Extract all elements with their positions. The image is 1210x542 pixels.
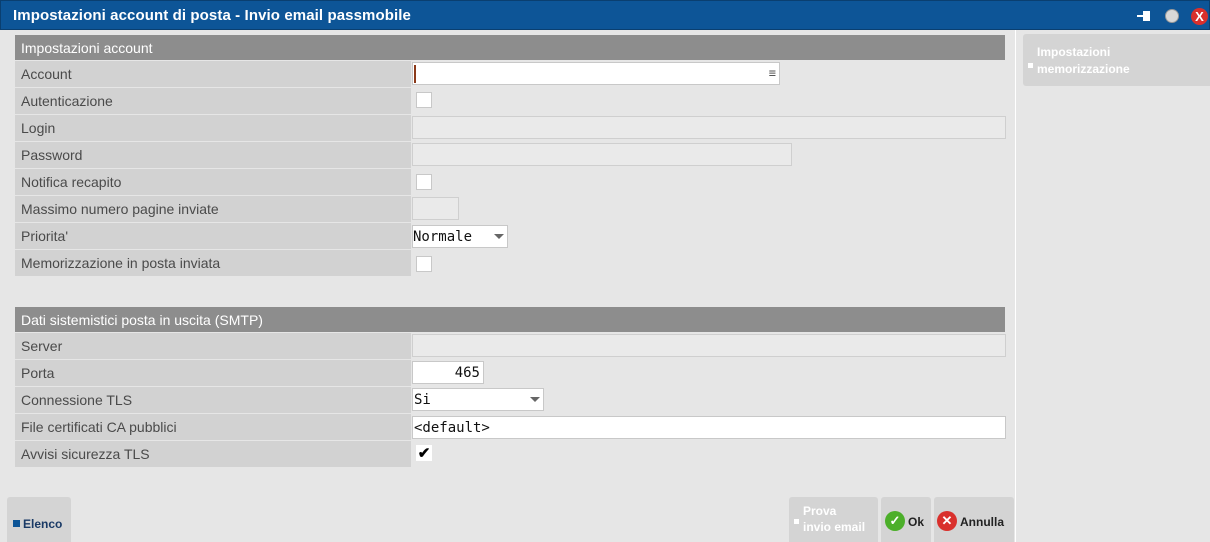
porta-input[interactable]: 465 [412, 361, 484, 384]
autenticazione-label: Autenticazione [21, 93, 113, 109]
check-icon: ✔ [417, 445, 431, 462]
tls-label: Connessione TLS [21, 392, 133, 408]
priorita-value: Normale [413, 229, 473, 245]
password-label: Password [21, 147, 83, 163]
certificati-label: File certificati CA pubblici [21, 419, 177, 435]
prova-invio-email-button[interactable]: Prova invio email [789, 497, 878, 542]
chevron-down-icon [530, 397, 540, 402]
massimo-label: Massimo numero pagine inviate [21, 201, 219, 217]
notifica-checkbox[interactable] [416, 174, 432, 190]
row-password: Password [15, 142, 411, 168]
priorita-label: Priorita' [21, 228, 69, 244]
impostazioni-line1: Impostazioni [1037, 45, 1111, 59]
porta-label: Porta [21, 365, 55, 381]
bullet-icon [1028, 63, 1033, 68]
row-notifica: Notifica recapito [15, 169, 411, 195]
tls-value: Si [414, 392, 431, 408]
login-input[interactable] [412, 116, 1006, 139]
row-memorizzazione: Memorizzazione in posta inviata [15, 250, 411, 276]
pin-icon[interactable] [1137, 10, 1151, 22]
annulla-button[interactable]: ✕ Annulla [934, 497, 1014, 542]
memorizzazione-label: Memorizzazione in posta inviata [21, 255, 221, 271]
login-label: Login [21, 120, 56, 136]
minimize-icon[interactable] [1165, 9, 1179, 23]
check-circle-icon: ✓ [885, 511, 905, 531]
server-input[interactable] [412, 334, 1006, 357]
porta-value: 465 [454, 365, 480, 381]
ok-button[interactable]: ✓ Ok [881, 497, 931, 542]
massimo-input[interactable] [412, 197, 459, 220]
chevron-down-icon [494, 234, 504, 239]
row-massimo: Massimo numero pagine inviate [15, 196, 411, 222]
ok-label: Ok [908, 515, 925, 529]
close-icon[interactable]: X [1191, 8, 1208, 25]
avvisi-label: Avvisi sicurezza TLS [21, 446, 150, 462]
row-login: Login [15, 115, 411, 141]
section-header-smtp: Dati sistemistici posta in uscita (SMTP) [15, 307, 1005, 332]
text-cursor [414, 65, 416, 83]
notifica-label: Notifica recapito [21, 174, 122, 190]
account-input[interactable]: ≡ [412, 62, 780, 85]
password-input[interactable] [412, 143, 792, 166]
account-label: Account [21, 66, 72, 82]
server-label: Server [21, 338, 63, 354]
certificati-input[interactable]: <default> [412, 416, 1006, 439]
row-certificati: File certificati CA pubblici [15, 414, 411, 440]
tls-select[interactable]: Si [412, 388, 544, 411]
row-priorita: Priorita' [15, 223, 411, 249]
row-server: Server [15, 333, 411, 359]
impostazioni-line2: memorizzazione [1037, 62, 1130, 76]
section-header-account: Impostazioni account [15, 35, 1005, 60]
row-account: Account [15, 61, 411, 87]
impostazioni-memorizzazione-button[interactable]: Impostazioni memorizzazione [1023, 34, 1210, 86]
certificati-value: <default> [414, 420, 490, 436]
elenco-button[interactable]: Elenco [7, 497, 71, 542]
memorizzazione-checkbox[interactable] [416, 256, 432, 272]
avvisi-checkbox[interactable]: ✔ [416, 445, 432, 461]
priorita-select[interactable]: Normale [412, 225, 508, 248]
menu-icon[interactable]: ≡ [769, 66, 776, 80]
autenticazione-checkbox[interactable] [416, 92, 432, 108]
bullet-icon [13, 520, 20, 527]
elenco-label: Elenco [23, 517, 63, 531]
row-autenticazione: Autenticazione [15, 88, 411, 114]
cancel-circle-icon: ✕ [937, 511, 957, 531]
row-porta: Porta [15, 360, 411, 386]
row-avvisi-tls: Avvisi sicurezza TLS [15, 441, 411, 467]
sidebar: Impostazioni memorizzazione [1015, 30, 1210, 542]
prova-line1: Prova [803, 504, 837, 518]
row-connessione-tls: Connessione TLS [15, 387, 411, 413]
window-titlebar: Impostazioni account di posta - Invio em… [0, 0, 1210, 30]
prova-line2: invio email [803, 520, 866, 534]
bullet-icon [794, 519, 799, 524]
annulla-label: Annulla [960, 515, 1004, 529]
window-title: Impostazioni account di posta - Invio em… [13, 7, 411, 24]
